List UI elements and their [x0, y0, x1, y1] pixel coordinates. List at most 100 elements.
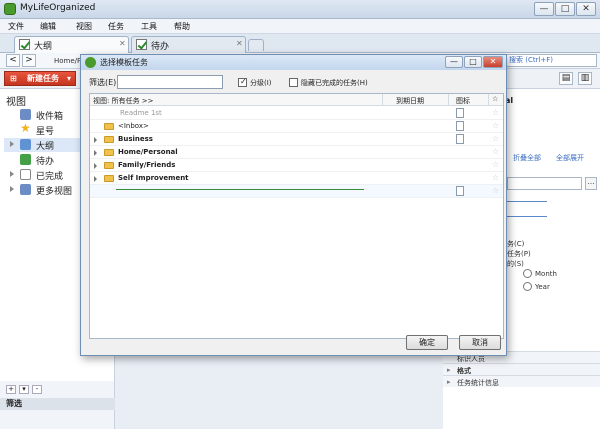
menu-edit[interactable]: 编辑	[40, 21, 56, 32]
sidebar-item-label: 更多视图	[36, 187, 73, 197]
hide-completed-checkbox-label: 隐藏已完成的任务(H)	[301, 79, 368, 87]
back-button[interactable]: <	[6, 54, 20, 67]
text-field[interactable]	[507, 177, 582, 190]
column-divider	[382, 94, 383, 106]
inbox-icon	[20, 109, 31, 120]
expand-arrow-icon[interactable]	[94, 163, 97, 169]
section-label: 任务统计信息	[457, 379, 499, 387]
due-date-column-header[interactable]: 到期日期	[396, 96, 424, 106]
title-bar: MyLifeOrganized — □ ✕	[0, 0, 600, 19]
expand-arrow-icon[interactable]	[94, 150, 97, 156]
view-options-button[interactable]: ▾	[19, 385, 29, 394]
expand-arrow-icon[interactable]	[10, 171, 14, 177]
task-row[interactable]: Home/Personal ☆	[90, 146, 503, 159]
menu-view[interactable]: 视图	[76, 21, 92, 32]
task-row[interactable]: Readme 1st ☆	[90, 107, 503, 120]
new-task-button[interactable]: ⊞ 新建任务 ▾	[4, 71, 76, 86]
star-icon[interactable]: ☆	[492, 134, 499, 143]
close-button[interactable]: ✕	[576, 2, 596, 16]
outline-icon	[20, 139, 31, 150]
drag-indicator-line	[116, 189, 364, 190]
menu-tools[interactable]: 工具	[141, 21, 157, 32]
expand-arrow-icon[interactable]	[94, 176, 97, 182]
tab-bar: 大纲 ✕ 待办 ✕	[0, 34, 600, 53]
filter-input[interactable]	[117, 75, 223, 89]
folder-icon	[104, 175, 114, 182]
menu-bar: 文件 编辑 视图 任务 工具 帮助	[0, 19, 600, 34]
expand-arrow-icon[interactable]	[94, 137, 97, 143]
icon-column-header[interactable]: 图标	[456, 96, 470, 106]
new-tab-button[interactable]	[248, 39, 264, 51]
section-task-stats[interactable]: ▸ 任务统计信息	[443, 375, 600, 387]
chevron-down-icon[interactable]: ▾	[67, 72, 71, 85]
filter-label: 筛选(E)	[89, 78, 117, 87]
expand-all-link[interactable]: 全部展开	[556, 153, 584, 163]
hide-completed-checkbox[interactable]	[289, 78, 298, 87]
option-label: 任务(P)	[507, 250, 531, 258]
menu-help[interactable]: 帮助	[174, 21, 190, 32]
remove-view-button[interactable]: -	[32, 385, 42, 394]
collapse-all-link[interactable]: 折叠全部	[513, 153, 541, 163]
cancel-button[interactable]: 取消	[459, 335, 501, 350]
column-divider	[488, 94, 489, 106]
radio-month[interactable]	[523, 269, 532, 278]
window-title: MyLifeOrganized	[20, 3, 96, 13]
dialog-minimize-button[interactable]: —	[445, 56, 463, 68]
dialog-title: 选择模板任务	[100, 58, 148, 67]
new-task-row[interactable]: ☆	[90, 185, 503, 198]
star-icon: ★	[20, 121, 31, 135]
tab-todo[interactable]: 待办 ✕	[131, 36, 246, 53]
folder-icon	[104, 162, 114, 169]
section-format[interactable]: ▸ 格式	[443, 363, 600, 375]
folder-icon	[104, 149, 114, 156]
sidebar-item-label: 星号	[36, 127, 55, 137]
search-input[interactable]: 搜索 (Ctrl+F)	[505, 54, 597, 67]
task-row[interactable]: Business ☆	[90, 133, 503, 146]
star-icon[interactable]: ☆	[492, 121, 499, 130]
panel-icon[interactable]: ▥	[578, 72, 592, 85]
sidebar-header: 视图	[6, 97, 26, 108]
note-icon	[456, 108, 464, 118]
task-row[interactable]: Self Improvement ☆	[90, 172, 503, 185]
star-icon[interactable]: ☆	[492, 173, 499, 182]
add-view-button[interactable]: +	[6, 385, 16, 394]
star-icon[interactable]: ☆	[492, 147, 499, 156]
hierarchy-checkbox-label: 分级(I)	[250, 79, 272, 87]
task-label: Family/Friends	[118, 161, 176, 169]
filter-panel-header[interactable]: 筛选	[0, 398, 115, 410]
expand-arrow-icon[interactable]	[10, 141, 14, 147]
task-tree-header: 视图: 所有任务 >> 到期日期 图标 ☆	[90, 94, 503, 106]
view-column-header[interactable]: 视图: 所有任务 >>	[93, 96, 154, 106]
expand-arrow-icon: ▸	[447, 366, 451, 374]
layout-icon[interactable]: ▤	[559, 72, 573, 85]
star-icon[interactable]: ☆	[492, 160, 499, 169]
ok-button[interactable]: 确定	[406, 335, 448, 350]
tab-outline-label: 大纲	[34, 42, 53, 52]
tab-todo-label: 待办	[151, 42, 170, 52]
minimize-button[interactable]: —	[534, 2, 554, 16]
sidebar-item-label: 收件箱	[36, 112, 64, 122]
radio-year[interactable]	[523, 282, 532, 291]
app-logo-icon	[4, 3, 16, 15]
browse-button[interactable]: …	[585, 177, 597, 190]
expand-arrow-icon[interactable]	[10, 186, 14, 192]
maximize-button[interactable]: □	[555, 2, 575, 16]
star-icon[interactable]: ☆	[492, 186, 499, 195]
dialog-close-button[interactable]: ✕	[483, 56, 503, 68]
menu-file[interactable]: 文件	[8, 21, 24, 32]
star-column-icon[interactable]: ☆	[492, 95, 498, 103]
forward-button[interactable]: >	[22, 54, 36, 67]
dialog-maximize-button[interactable]: □	[464, 56, 482, 68]
hierarchy-checkbox[interactable]	[238, 77, 247, 87]
task-label: Home/Personal	[118, 148, 178, 156]
tab-outline[interactable]: 大纲 ✕	[14, 36, 129, 53]
tab-close-icon[interactable]: ✕	[236, 39, 243, 48]
star-icon[interactable]: ☆	[492, 108, 499, 117]
task-row[interactable]: Family/Friends ☆	[90, 159, 503, 172]
plus-icon: ⊞	[10, 74, 17, 83]
tab-close-icon[interactable]: ✕	[119, 39, 126, 48]
more-views-icon	[20, 184, 31, 195]
note-icon	[456, 134, 464, 144]
task-row[interactable]: <Inbox> ☆	[90, 120, 503, 133]
menu-task[interactable]: 任务	[108, 21, 124, 32]
